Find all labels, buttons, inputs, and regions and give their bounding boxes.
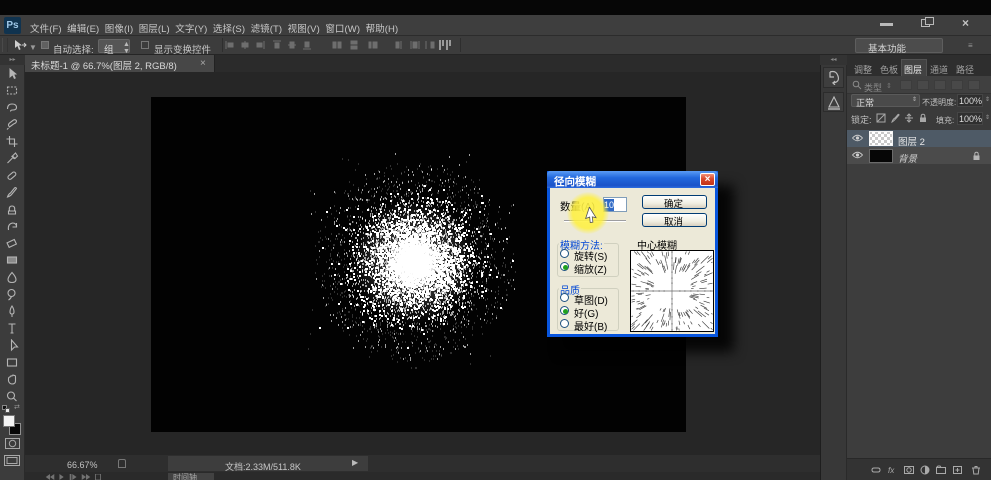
- svg-text:fx: fx: [888, 466, 895, 475]
